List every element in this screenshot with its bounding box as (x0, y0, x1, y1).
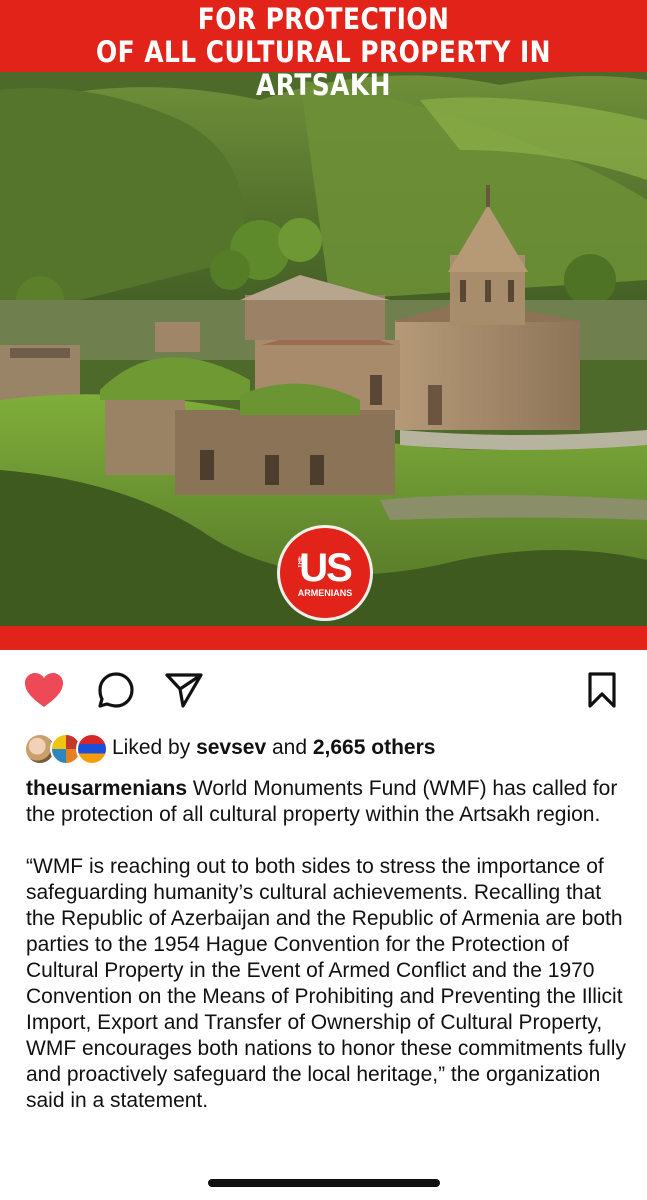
banner-title: WORLD MONUMENTS FUND CALLS FOR PROTECTIO… (77, 0, 569, 102)
post-actions (0, 668, 647, 716)
bookmark-button[interactable] (580, 668, 624, 712)
like-button[interactable] (22, 668, 66, 712)
share-button[interactable] (162, 668, 206, 712)
caption-username[interactable]: theusarmenians (26, 777, 187, 800)
bookmark-icon (588, 672, 616, 708)
share-icon (165, 673, 203, 708)
home-indicator[interactable] (208, 1179, 440, 1187)
likes-count[interactable]: 2,665 others (313, 736, 436, 759)
post-image[interactable]: WORLD MONUMENTS FUND CALLS FOR PROTECTIO… (0, 0, 647, 650)
comment-button[interactable] (94, 668, 138, 712)
post-caption: theusarmenians World Monuments Fund (WMF… (26, 776, 626, 1114)
liker-avatars[interactable] (24, 731, 110, 765)
caption-quote: “WMF is reaching out to both sides to st… (26, 855, 626, 1112)
likes-text: Liked by sevsev and 2,665 others (112, 736, 435, 760)
likes-summary[interactable]: Liked by sevsev and 2,665 others (24, 730, 435, 766)
caption-paragraph: theusarmenians World Monuments Fund (WMF… (26, 776, 626, 828)
post-banner: WORLD MONUMENTS FUND CALLS FOR PROTECTIO… (0, 0, 647, 102)
the-us-armenians-logo: THE US ARMENIANS (280, 528, 370, 618)
banner-bottom-strip (0, 626, 647, 650)
logo-prefix: THE (298, 556, 304, 568)
likes-prefix: Liked by (112, 736, 197, 759)
logo-sub: ARMENIANS (297, 588, 353, 598)
heart-icon (25, 673, 63, 707)
comment-icon (98, 672, 134, 708)
logo-main: US (299, 546, 353, 590)
likes-middle: and (266, 736, 313, 759)
avatar[interactable] (76, 733, 108, 765)
liker-username[interactable]: sevsev (196, 736, 266, 759)
